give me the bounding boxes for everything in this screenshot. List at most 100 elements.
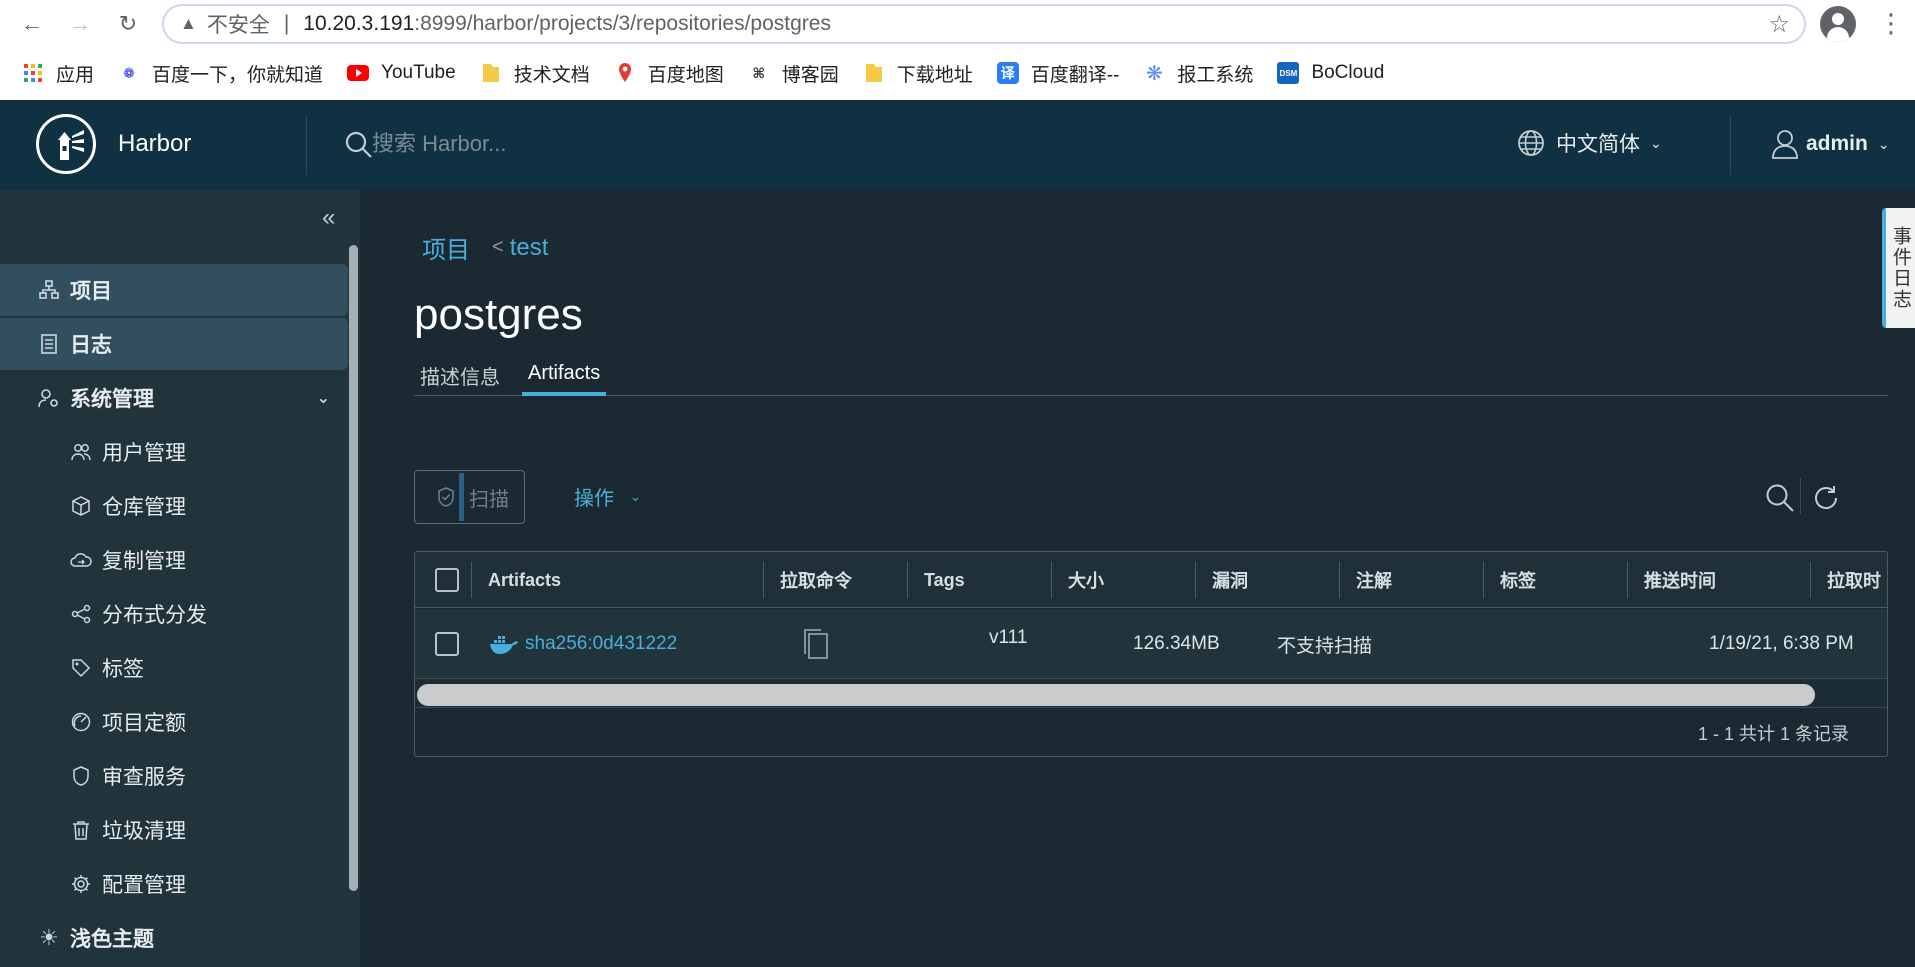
gear-icon [68,874,94,894]
bookmark-downloads[interactable]: 下载地址 [863,60,973,87]
profile-avatar-icon[interactable] [1820,6,1856,42]
language-label: 中文简体 [1556,133,1640,156]
column-header-pull-time[interactable]: 拉取时 [1810,562,1887,598]
scrollbar-thumb[interactable] [417,684,1815,706]
bookmark-label: 百度一下，你就知道 [152,64,324,86]
forward-arrow-icon[interactable]: → [62,6,98,42]
registry-cube-icon [68,496,94,516]
bookmark-cnblogs[interactable]: ⌘ 博客园 [748,60,839,87]
harbor-logo-icon[interactable] [36,114,96,174]
sidebar-item-logs[interactable]: 日志 [0,318,348,370]
sun-icon: ☀ [39,925,59,950]
quota-gauge-icon [68,712,94,732]
row-checkbox[interactable] [435,632,459,656]
bookmark-tech-docs[interactable]: 技术文档 [480,60,590,87]
user-icon [1772,130,1798,159]
brand-name[interactable]: Harbor [118,130,191,158]
column-header-size[interactable]: 大小 [1051,562,1195,598]
sidebar-item-label: 审查服务 [102,766,186,789]
global-search-input[interactable] [372,126,772,162]
bookmark-baidu-translate[interactable]: 译 百度翻译-- [996,60,1119,87]
column-header-artifacts[interactable]: Artifacts [471,562,763,598]
refresh-icon[interactable] [1810,482,1842,514]
tab-artifacts[interactable]: Artifacts [522,354,607,396]
sidebar-item-config[interactable]: 配置管理 [0,858,348,910]
column-header-pull-command[interactable]: 拉取命令 [763,562,907,598]
sidebar-scrollbar[interactable] [349,245,358,891]
scan-button-label: 扫描 [469,488,509,511]
column-header-vulnerabilities[interactable]: 漏洞 [1195,562,1339,598]
browser-menu-icon[interactable]: ⋮ [1878,8,1904,39]
language-selector[interactable]: 中文简体 ⌄ [1516,128,1662,158]
tab-description[interactable]: 描述信息 [420,354,500,396]
bookmark-star-icon[interactable]: ☆ [1768,10,1790,39]
url-path: :8999/harbor/projects/3/repositories/pos… [414,12,831,35]
chevron-down-icon: ⌄ [316,390,330,407]
sidebar-item-registries[interactable]: 仓库管理 [0,480,348,532]
bookmark-apps[interactable]: 应用 [22,60,94,87]
trash-icon [68,820,94,840]
table-header: Artifacts 拉取命令 Tags 大小 漏洞 注解 标签 推送时间 拉取时 [415,552,1887,608]
username: admin [1806,132,1868,155]
column-header-labels[interactable]: 标签 [1483,562,1627,598]
filter-search-icon[interactable] [1764,482,1796,514]
artifacts-table: Artifacts 拉取命令 Tags 大小 漏洞 注解 标签 推送时间 拉取时… [414,551,1888,757]
actions-dropdown[interactable]: 操作 ⌄ [574,482,641,511]
sidebar-item-interrogation[interactable]: 审查服务 [0,750,348,802]
bookmark-bocloud[interactable]: DSM BoCloud [1277,62,1384,84]
sidebar-item-replication[interactable]: 复制管理 [0,534,348,586]
omnibox-divider: | [283,12,290,35]
tags-cell: v111 [989,627,1028,648]
user-menu[interactable]: admin ⌄ [1770,128,1890,160]
bookmark-baidu[interactable]: ❁ 百度一下，你就知道 [118,60,323,87]
sidebar-item-light-theme[interactable]: ☀ 浅色主题 [0,912,348,964]
copy-icon[interactable] [801,627,831,661]
url-text[interactable]: 10.20.3.191:8999/harbor/projects/3/repos… [303,12,831,36]
artifact-digest-link[interactable]: sha256:0d431222 [525,633,677,655]
sidebar-item-label: 项目 [70,280,112,303]
bookmark-baidu-map[interactable]: 百度地图 [614,60,724,87]
select-all-checkbox[interactable] [435,568,459,592]
security-status: 不安全 [206,14,270,37]
collapse-sidebar-icon[interactable]: « [322,204,335,232]
horizontal-scrollbar[interactable] [415,679,1887,707]
event-log-tab[interactable]: 事件日志 [1882,208,1915,328]
sidebar-item-label: 配置管理 [102,874,186,897]
sidebar-item-system-admin[interactable]: 系统管理 ⌄ [0,372,348,424]
admin-icon [36,388,62,408]
sidebar-item-projects[interactable]: 项目 [0,264,348,316]
column-header-push-time[interactable]: 推送时间 [1627,562,1810,598]
cnblogs-icon: ⌘ [752,64,766,81]
browser-chrome: ← → ↻ ▲ 不安全 | 10.20.3.191:8999/harbor/pr… [0,0,1915,100]
breadcrumb-project-link[interactable]: test [510,234,549,262]
actions-label: 操作 [574,488,614,510]
bookmark-report-system[interactable]: ❋ 报工系统 [1143,60,1253,87]
replication-cloud-icon [68,551,94,569]
bookmark-youtube[interactable]: YouTube [347,62,456,84]
column-header-tags[interactable]: Tags [907,562,1051,598]
back-arrow-icon[interactable]: ← [14,6,50,42]
bookmark-label: 博客园 [781,64,839,86]
scan-button[interactable]: 扫描 [414,470,525,524]
sidebar-item-users[interactable]: 用户管理 [0,426,348,478]
bookmark-label: 下载地址 [896,64,973,86]
pull-command-cell [801,609,831,679]
sidebar-item-quotas[interactable]: 项目定额 [0,696,348,748]
sidebar-item-label: 系统管理 [70,388,154,411]
bookmark-label: 报工系统 [1177,64,1254,86]
column-header-annotations[interactable]: 注解 [1339,562,1483,598]
table-row[interactable]: sha256:0d431222 v111 126.34MB 不支持扫描 1/19… [415,609,1887,679]
sidebar-item-gc[interactable]: 垃圾清理 [0,804,348,856]
sidebar-item-label: 分布式分发 [102,604,207,627]
address-bar[interactable]: ▲ 不安全 | 10.20.3.191:8999/harbor/projects… [162,4,1806,44]
sidebar-item-label: 用户管理 [102,442,186,465]
sidebar-item-distribution[interactable]: 分布式分发 [0,588,348,640]
sidebar-item-labels[interactable]: 标签 [0,642,348,694]
toolbar-divider [1800,478,1801,514]
reload-icon[interactable]: ↻ [110,6,146,42]
breadcrumb-projects-link[interactable]: 项目 [422,230,470,265]
shield-check-icon [438,487,454,507]
pagination-footer: 1 - 1 共计 1 条记录 [415,707,1887,756]
sidebar-item-label: 日志 [70,334,112,357]
vulnerability-cell: 不支持扫描 [1277,635,1373,657]
